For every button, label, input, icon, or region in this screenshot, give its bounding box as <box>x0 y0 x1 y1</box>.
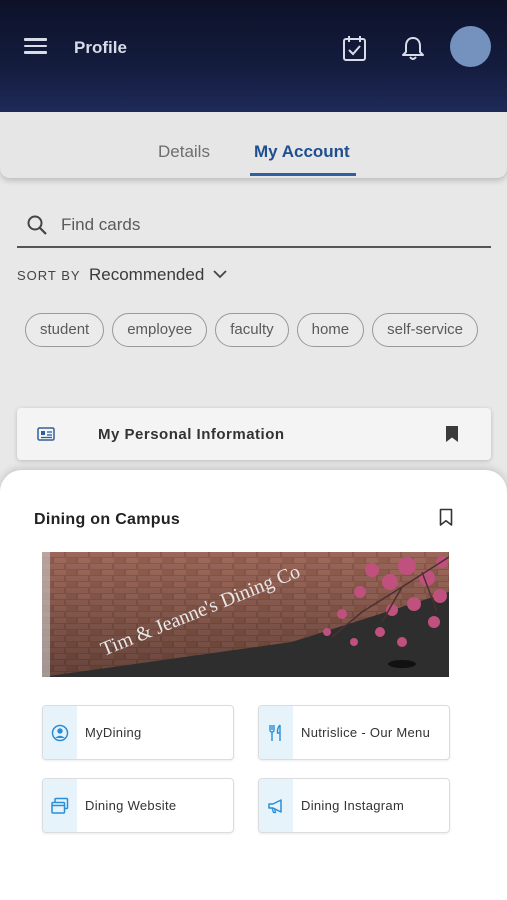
chip-student[interactable]: student <box>25 313 105 347</box>
bell-icon[interactable] <box>399 34 427 62</box>
tab-my-account[interactable]: My Account <box>254 142 350 162</box>
bookmark-filled-icon[interactable] <box>445 425 459 443</box>
link-label: Dining Website <box>85 798 177 813</box>
chip-employee[interactable]: employee <box>112 313 208 347</box>
active-tab-indicator <box>250 173 356 176</box>
link-label: Dining Instagram <box>301 798 405 813</box>
chevron-down-icon[interactable] <box>213 269 227 279</box>
chip-faculty[interactable]: faculty <box>215 313 289 347</box>
calendar-check-icon[interactable] <box>342 34 368 62</box>
link-nutrislice[interactable]: Nutrislice - Our Menu <box>258 705 450 760</box>
personal-info-card[interactable]: My Personal Information <box>17 408 491 460</box>
link-mydining[interactable]: MyDining <box>42 705 234 760</box>
avatar[interactable] <box>450 26 491 67</box>
dining-bottom-sheet: Dining on Campus Tim & Jeanne's Dining C… <box>0 470 507 900</box>
chip-home[interactable]: home <box>296 313 365 347</box>
link-dining-instagram[interactable]: Dining Instagram <box>258 778 450 833</box>
sheet-title: Dining on Campus <box>34 511 181 528</box>
sort-select[interactable]: Recommended <box>89 265 204 285</box>
page-title: Profile <box>74 38 127 57</box>
sort-label: SORT BY <box>17 268 81 283</box>
megaphone-icon <box>268 799 282 814</box>
id-card-icon <box>37 427 55 441</box>
link-label: Nutrislice - Our Menu <box>301 725 431 740</box>
fork-knife-icon <box>269 724 281 741</box>
dining-hall-image: Tim & Jeanne's Dining Co <box>42 552 449 677</box>
menu-icon[interactable] <box>24 34 52 62</box>
search-bar <box>17 204 491 248</box>
link-dining-website[interactable]: Dining Website <box>42 778 234 833</box>
bookmark-outline-icon[interactable] <box>439 508 453 527</box>
chip-self-service[interactable]: self-service <box>372 313 479 347</box>
app-header: Profile <box>0 0 507 112</box>
link-label: MyDining <box>85 725 142 740</box>
tab-bar: Details My Account <box>0 112 507 178</box>
tab-details[interactable]: Details <box>158 142 210 162</box>
user-circle-icon <box>51 724 69 742</box>
windows-icon <box>51 797 69 814</box>
search-input[interactable] <box>61 212 481 238</box>
search-icon <box>27 215 47 235</box>
personal-info-label: My Personal Information <box>98 426 285 443</box>
filter-chips: student employee faculty home self-service <box>25 313 487 349</box>
